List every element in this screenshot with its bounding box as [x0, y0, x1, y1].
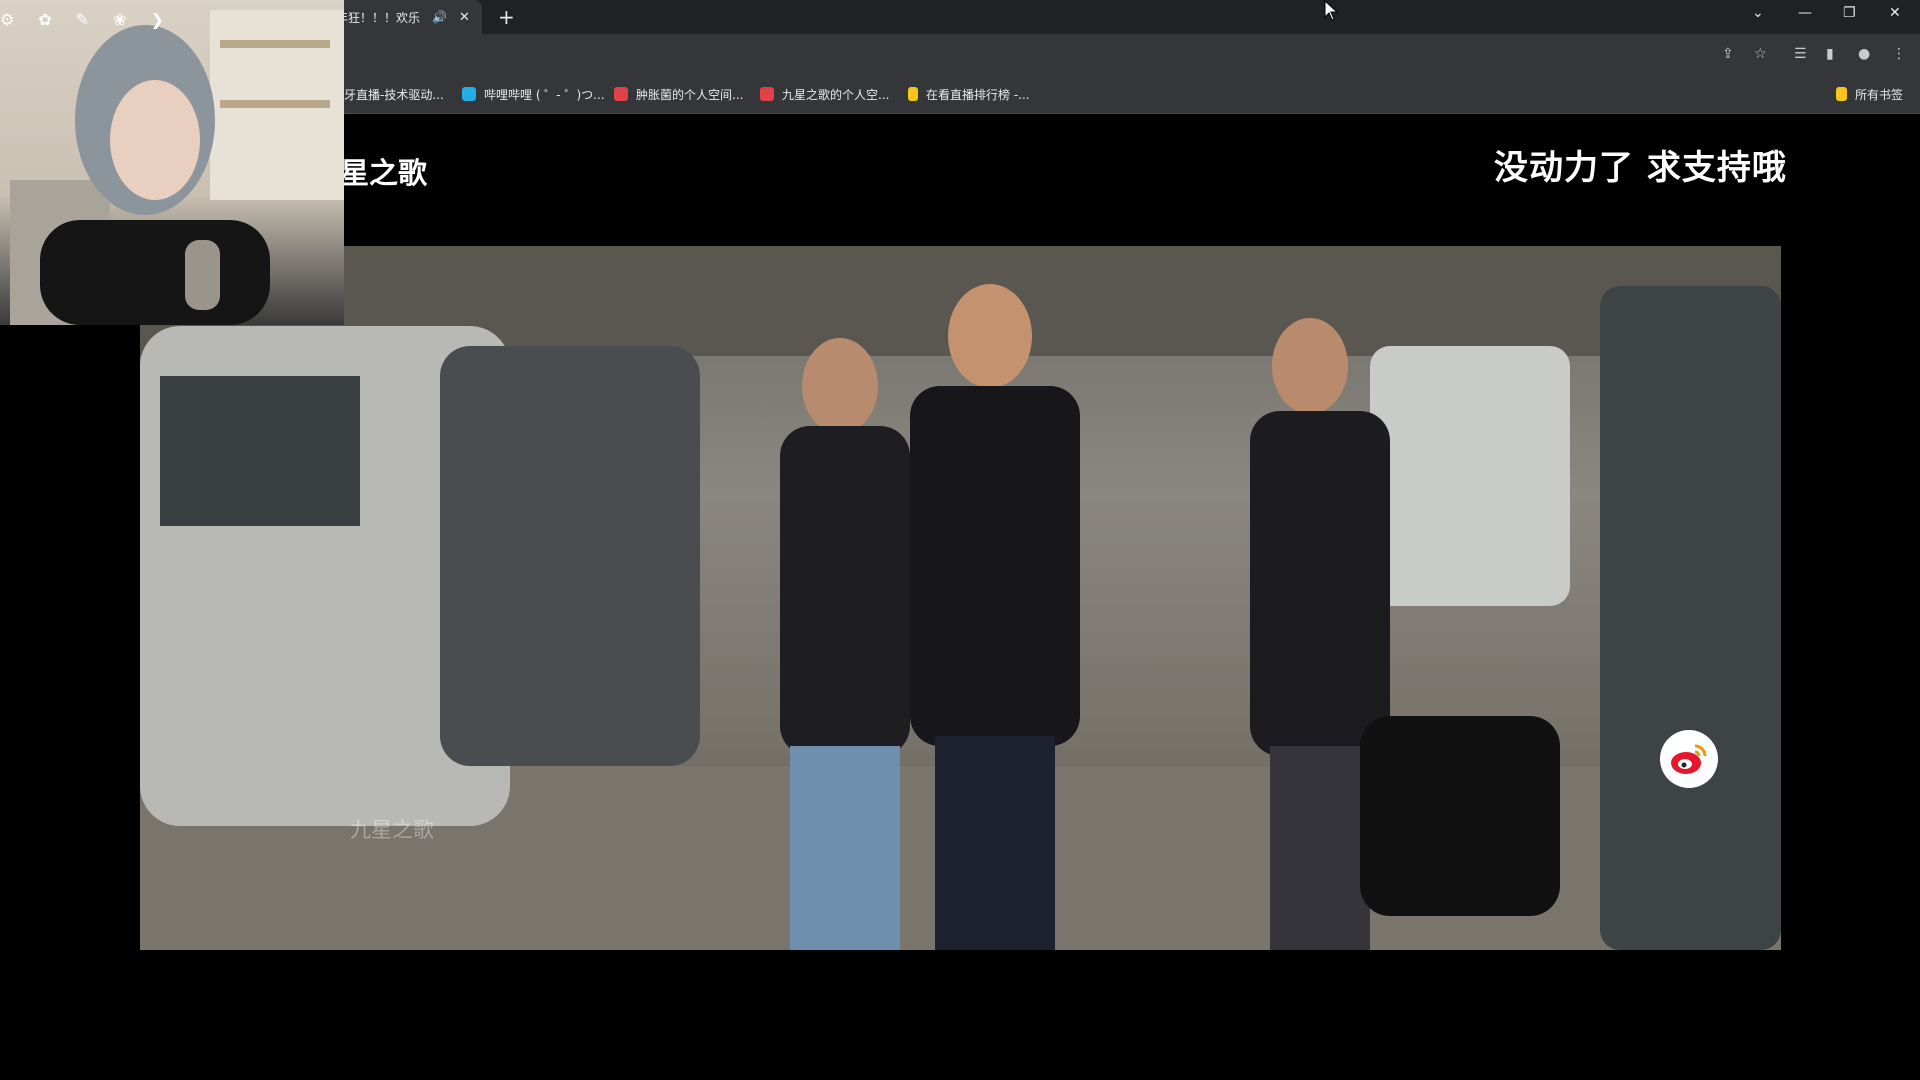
- avatar-icon: [614, 87, 628, 101]
- chevron-right-icon[interactable]: ❯: [151, 10, 164, 29]
- speaker-icon[interactable]: 🔊: [432, 10, 447, 24]
- all-bookmarks-label: 所有书签: [1855, 88, 1904, 102]
- settings-icon[interactable]: ⚙: [0, 10, 14, 29]
- folder-icon: [1836, 87, 1847, 101]
- weibo-icon[interactable]: [1660, 730, 1718, 788]
- bookmark-label: 哔哩哔哩 ( ゜- ゜)つ...: [484, 88, 605, 102]
- bookmark-label: 九星之歌的个人空...: [782, 88, 890, 102]
- magic-wand-icon[interactable]: ✎: [76, 10, 89, 29]
- minimize-icon[interactable]: —: [1798, 5, 1812, 21]
- share-icon[interactable]: ⇪: [1722, 46, 1734, 62]
- video-player[interactable]: 九星之歌: [140, 246, 1781, 950]
- bookmark-label: 在看直播排行榜 -...: [926, 88, 1030, 102]
- video-frame: [140, 246, 1781, 950]
- beauty-icon[interactable]: ✿: [38, 10, 51, 29]
- bookmark-item[interactable]: 牙直播-技术驱动...: [344, 86, 444, 103]
- all-bookmarks-button[interactable]: 所有书签: [1836, 86, 1903, 103]
- bookmark-icon: [908, 87, 918, 101]
- star-icon[interactable]: ☆: [1754, 46, 1767, 62]
- active-tab[interactable]: 年狂！！！欢乐 🔊 ✕: [330, 0, 482, 34]
- tab-title: 年狂！！！欢乐: [336, 10, 421, 25]
- new-tab-button[interactable]: +: [498, 6, 515, 28]
- bookmark-label: 肿胀菌的个人空间...: [636, 88, 744, 102]
- tab-close-icon[interactable]: ✕: [459, 10, 470, 25]
- bookmark-item[interactable]: 肿胀菌的个人空间...: [614, 86, 743, 103]
- bookmark-item[interactable]: 在看直播排行榜 -...: [908, 86, 1030, 103]
- video-watermark: 九星之歌: [350, 818, 434, 842]
- sticker-icon[interactable]: ❀: [113, 10, 126, 29]
- restore-icon[interactable]: ❐: [1843, 5, 1856, 21]
- sidepanel-icon[interactable]: ▮: [1826, 46, 1834, 62]
- profile-icon[interactable]: ●: [1858, 46, 1870, 62]
- channel-title: 星之歌: [340, 156, 428, 190]
- bookmark-label: 牙直播-技术驱动...: [344, 88, 444, 102]
- menu-icon[interactable]: ⋮: [1892, 46, 1906, 62]
- close-icon[interactable]: ✕: [1889, 5, 1901, 21]
- webcam-overlay: ⚙ ✿ ✎ ❀ ❯: [0, 0, 344, 325]
- streamer-image: [10, 10, 344, 325]
- mouse-cursor-icon: [1324, 0, 1339, 21]
- bookmark-item[interactable]: 哔哩哔哩 ( ゜- ゜)つ...: [462, 86, 605, 103]
- playlist-icon[interactable]: ☰: [1794, 46, 1807, 62]
- avatar-icon: [760, 87, 774, 101]
- bilibili-icon: [462, 87, 476, 101]
- chevron-down-icon[interactable]: ⌄: [1752, 5, 1764, 21]
- webcam-toolbar: ⚙ ✿ ✎ ❀ ❯: [0, 10, 164, 29]
- video-caption: 没动力了 求支持哦: [1494, 148, 1787, 188]
- bookmark-item[interactable]: 九星之歌的个人空...: [760, 86, 889, 103]
